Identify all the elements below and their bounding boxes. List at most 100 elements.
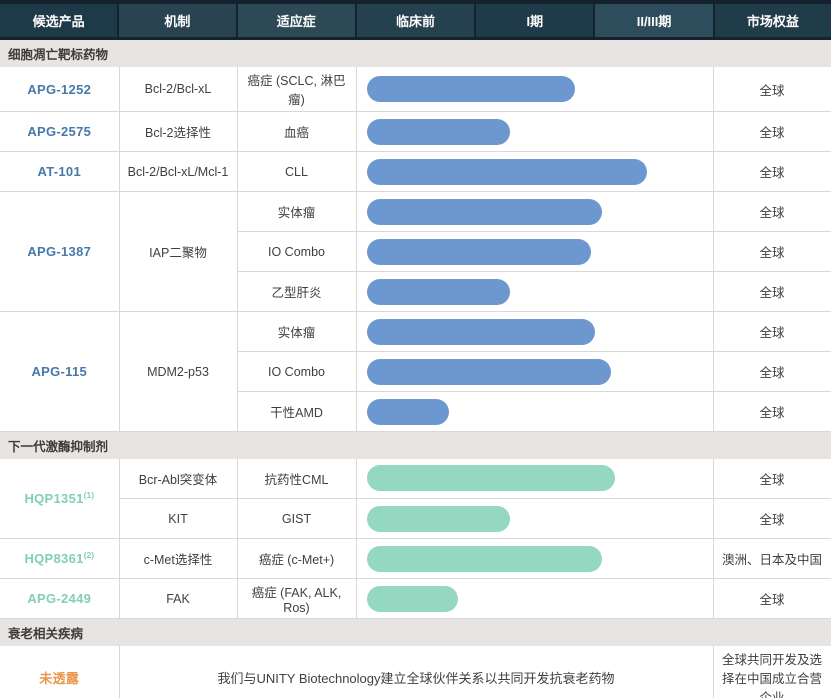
product-name: APG-1387 — [27, 244, 91, 259]
product-name: APG-115 — [31, 364, 87, 379]
section-row: 下一代激酶抑制剂 — [0, 432, 831, 459]
market-rights-cell: 全球 — [713, 352, 831, 392]
progress-bar — [367, 159, 646, 185]
indication-cell: 癌症 (c-Met+) — [237, 539, 356, 579]
product-name: HQP1351 — [24, 491, 83, 506]
market-rights-cell: 全球 — [713, 312, 831, 352]
section-title: 下一代激酶抑制剂 — [0, 432, 831, 459]
pipeline-row: 未透露 我们与UNITY Biotechnology建立全球伙伴关系以共同开发抗衰… — [0, 646, 831, 698]
indication-cell: CLL — [237, 152, 356, 192]
product-cell: APG-1252 — [0, 67, 119, 112]
phase-track — [356, 539, 713, 579]
pipeline-body: 细胞凋亡靶标药物APG-1252Bcl-2/Bcl-xL癌症 (SCLC, 淋巴… — [0, 40, 831, 698]
product-cell: 未透露 — [0, 646, 119, 698]
progress-bar — [367, 119, 509, 145]
mechanism-cell: Bcl-2选择性 — [119, 112, 237, 152]
phase-track — [356, 67, 713, 112]
col-header-preclinical: 临床前 — [357, 4, 474, 37]
phase-track — [356, 192, 713, 232]
product-cell: HQP8361(2) — [0, 539, 119, 579]
product-name: APG-2449 — [27, 591, 91, 606]
indication-cell: 抗药性CML — [237, 459, 356, 499]
market-rights-cell: 全球 — [713, 392, 831, 432]
indication-cell: IO Combo — [237, 352, 356, 392]
phase-track — [356, 459, 713, 499]
market-rights-cell: 全球 — [713, 112, 831, 152]
market-rights-cell: 全球 — [713, 579, 831, 619]
product-cell: HQP1351(1) — [0, 459, 119, 539]
product-cell: APG-1387 — [0, 192, 119, 312]
product-name: HQP8361 — [24, 552, 83, 567]
progress-bar — [367, 239, 591, 265]
col-header-phase-i: I期 — [476, 4, 593, 37]
section-title: 细胞凋亡靶标药物 — [0, 40, 831, 67]
product-superscript: (2) — [84, 550, 94, 560]
section-title: 衰老相关疾病 — [0, 619, 831, 646]
product-cell: APG-115 — [0, 312, 119, 432]
product-name: 未透露 — [39, 671, 79, 686]
progress-bar — [367, 546, 602, 572]
market-rights-cell: 全球共同开发及选择在中国成立合营企业 — [713, 646, 831, 698]
product-name: APG-2575 — [27, 124, 91, 139]
phase-track — [356, 392, 713, 432]
indication-cell: 实体瘤 — [237, 312, 356, 352]
pipeline-row: AT-101Bcl-2/Bcl-xL/Mcl-1CLL全球 — [0, 152, 831, 192]
pipeline-row: APG-1387IAP二聚物实体瘤全球 — [0, 192, 831, 232]
market-rights-cell: 全球 — [713, 67, 831, 112]
col-header-phase-ii-iii: II/III期 — [595, 4, 712, 37]
progress-bar — [367, 586, 458, 612]
indication-cell: 癌症 (SCLC, 淋巴瘤) — [237, 67, 356, 112]
pipeline-table: 候选产品机制适应症临床前I期II/III期市场权益细胞凋亡靶标药物APG-125… — [0, 0, 831, 698]
progress-bar — [367, 279, 509, 305]
product-cell: APG-2449 — [0, 579, 119, 619]
indication-cell: 干性AMD — [237, 392, 356, 432]
pipeline-row: HQP1351(1)Bcr-Abl突变体抗药性CML全球 — [0, 459, 831, 499]
market-rights-cell: 全球 — [713, 232, 831, 272]
progress-bar — [367, 465, 614, 491]
indication-cell: 乙型肝炎 — [237, 272, 356, 312]
progress-bar — [367, 399, 449, 425]
progress-bar — [367, 319, 595, 345]
mechanism-cell: MDM2-p53 — [119, 312, 237, 432]
pipeline-row: APG-1252Bcl-2/Bcl-xL癌症 (SCLC, 淋巴瘤) 全球 — [0, 67, 831, 112]
product-name: AT-101 — [38, 164, 81, 179]
indication-cell: 实体瘤 — [237, 192, 356, 232]
col-header-market-rights: 市场权益 — [715, 4, 831, 37]
mechanism-cell: FAK — [119, 579, 237, 619]
market-rights-cell: 全球 — [713, 459, 831, 499]
mechanism-cell: c-Met选择性 — [119, 539, 237, 579]
indication-cell: GIST — [237, 499, 356, 539]
mechanism-cell: IAP二聚物 — [119, 192, 237, 312]
market-rights-cell: 全球 — [713, 192, 831, 232]
progress-bar — [367, 506, 509, 532]
phase-track — [356, 272, 713, 312]
progress-bar — [367, 359, 611, 385]
col-header-indication: 适应症 — [238, 4, 355, 37]
phase-track — [356, 352, 713, 392]
section-row: 衰老相关疾病 — [0, 619, 831, 646]
progress-bar — [367, 76, 575, 102]
mechanism-cell: KIT — [119, 499, 237, 539]
phase-track — [356, 499, 713, 539]
pipeline-row: APG-115MDM2-p53实体瘤全球 — [0, 312, 831, 352]
product-superscript: (1) — [84, 490, 94, 500]
col-header-product: 候选产品 — [0, 4, 117, 37]
pipeline-row: APG-2575 Bcl-2选择性血癌 全球 — [0, 112, 831, 152]
indication-cell: IO Combo — [237, 232, 356, 272]
partnership-note: 我们与UNITY Biotechnology建立全球伙伴关系以共同开发抗衰老药物 — [119, 646, 713, 698]
pipeline-row: KITGIST全球 — [0, 499, 831, 539]
phase-track — [356, 312, 713, 352]
pipeline-row: APG-2449FAK癌症 (FAK, ALK, Ros)全球 — [0, 579, 831, 619]
product-cell: AT-101 — [0, 152, 119, 192]
mechanism-cell: Bcl-2/Bcl-xL — [119, 67, 237, 112]
market-rights-cell: 全球 — [713, 272, 831, 312]
product-cell: APG-2575 — [0, 112, 119, 152]
market-rights-cell: 澳洲、日本及中国 — [713, 539, 831, 579]
phase-track — [356, 112, 713, 152]
col-header-mechanism: 机制 — [119, 4, 235, 37]
pipeline-row: HQP8361(2)c-Met选择性癌症 (c-Met+)澳洲、日本及中国 — [0, 539, 831, 579]
indication-cell: 血癌 — [237, 112, 356, 152]
section-row: 细胞凋亡靶标药物 — [0, 40, 831, 67]
phase-track — [356, 579, 713, 619]
progress-bar — [367, 199, 602, 225]
